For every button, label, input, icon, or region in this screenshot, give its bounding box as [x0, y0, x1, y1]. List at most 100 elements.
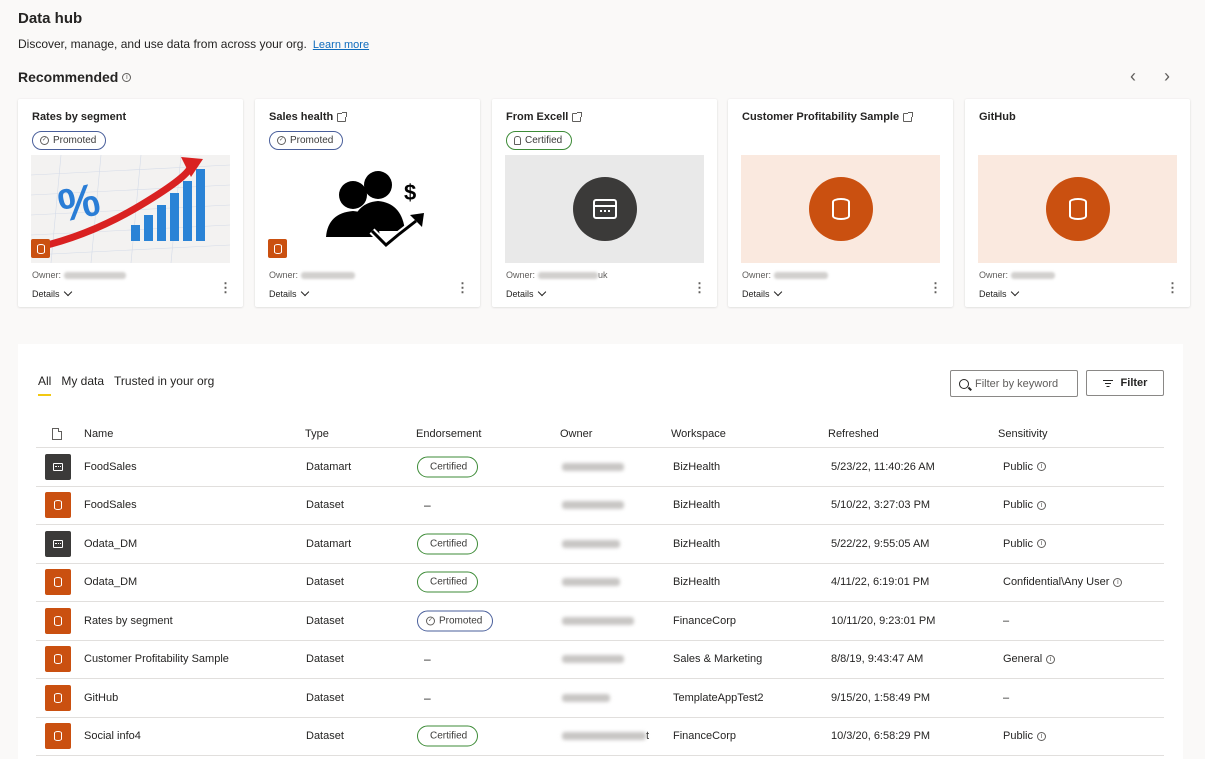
- recommended-card[interactable]: Customer Profitability Sample Owner: Det…: [728, 99, 953, 307]
- more-options-icon[interactable]: ⋮: [1166, 281, 1179, 294]
- filter-button[interactable]: Filter: [1086, 370, 1164, 396]
- chevron-left-icon[interactable]: ‹: [1124, 66, 1142, 87]
- row-workspace[interactable]: FinanceCorp: [673, 730, 736, 742]
- more-options-icon[interactable]: ⋮: [693, 281, 706, 294]
- certified-badge: Certified: [506, 131, 573, 150]
- endorsement-label: Certified: [430, 538, 468, 550]
- recommended-card[interactable]: GitHub Owner: Details ⋮: [965, 99, 1190, 307]
- search-input[interactable]: [975, 377, 1071, 390]
- learn-more-link[interactable]: Learn more: [313, 39, 369, 51]
- table-row[interactable]: Customer Profitability Sample Dataset – …: [36, 641, 1164, 679]
- row-sensitivity: General i: [1003, 653, 1056, 665]
- table-row[interactable]: Rates by segment Dataset ✓ Promoted Finan…: [36, 602, 1164, 641]
- row-workspace[interactable]: BizHealth: [673, 576, 720, 588]
- details-toggle[interactable]: Details: [742, 287, 782, 299]
- row-workspace[interactable]: Sales & Marketing: [673, 653, 762, 665]
- row-name[interactable]: Odata_DM: [84, 538, 137, 550]
- search-box[interactable]: [950, 370, 1078, 397]
- more-options-icon[interactable]: ⋮: [456, 281, 469, 294]
- info-icon[interactable]: i: [1046, 654, 1056, 664]
- row-name[interactable]: FoodSales: [84, 499, 137, 511]
- external-link-icon: [572, 111, 583, 122]
- row-type: Dataset: [306, 730, 344, 743]
- row-name[interactable]: Rates by segment: [84, 615, 173, 627]
- header-refreshed[interactable]: Refreshed: [828, 428, 879, 440]
- tab-all[interactable]: All: [38, 374, 52, 396]
- owner-blurred: [562, 578, 620, 587]
- row-type: Datamart: [306, 537, 352, 550]
- table-row[interactable]: Social info4 Dataset Certified t Finance…: [36, 718, 1164, 756]
- details-toggle[interactable]: Details: [979, 287, 1019, 299]
- card-title: Customer Profitability Sample: [742, 111, 914, 123]
- header-sensitivity[interactable]: Sensitivity: [998, 428, 1048, 440]
- chevron-down-icon: [1010, 287, 1019, 297]
- chevron-right-icon[interactable]: ›: [1158, 66, 1176, 87]
- dataset-icon: [31, 239, 50, 258]
- more-options-icon[interactable]: ⋮: [929, 281, 942, 294]
- recommended-card[interactable]: Rates by segment ✓ Promoted % Owner: Deta…: [18, 99, 243, 307]
- card-title-text: Rates by segment: [32, 111, 127, 123]
- info-icon[interactable]: i: [1036, 462, 1046, 472]
- owner-blurred: [562, 732, 646, 741]
- table-row[interactable]: Odata_DM Dataset Certified BizHealth 4/1…: [36, 564, 1164, 602]
- header-endorsement[interactable]: Endorsement: [416, 428, 481, 440]
- promoted-icon: ✓: [277, 136, 286, 145]
- row-workspace[interactable]: FinanceCorp: [673, 615, 736, 627]
- dataset-icon: [45, 492, 71, 519]
- chart-growth-image: %: [31, 155, 230, 263]
- header-name[interactable]: Name: [84, 428, 113, 440]
- table-row[interactable]: FoodSales Datamart Certified BizHealth 5…: [36, 448, 1164, 487]
- details-toggle[interactable]: Details: [32, 287, 72, 299]
- header-workspace[interactable]: Workspace: [671, 428, 726, 440]
- recommended-card[interactable]: Sales health ✓ Promoted $ Owner: Details …: [255, 99, 480, 307]
- owner-label: Owner:: [269, 270, 299, 280]
- chevron-down-icon: [773, 287, 782, 297]
- row-sensitivity: Confidential\Any User i: [1003, 576, 1123, 588]
- endorsement-label: Certified: [430, 461, 468, 473]
- row-name[interactable]: Social info4: [84, 730, 141, 742]
- certified-badge: Certified: [417, 571, 479, 593]
- row-sensitivity: Public i: [1003, 461, 1046, 473]
- row-workspace[interactable]: TemplateAppTest2: [673, 692, 764, 704]
- promoted-badge: ✓ Promoted: [32, 131, 107, 150]
- row-name[interactable]: GitHub: [84, 692, 118, 704]
- table-row[interactable]: GitHub Dataset – TemplateAppTest2 9/15/2…: [36, 679, 1164, 718]
- filter-icon: [1102, 379, 1113, 387]
- row-name[interactable]: Odata_DM: [84, 576, 137, 588]
- details-toggle[interactable]: Details: [506, 287, 546, 299]
- header-type[interactable]: Type: [305, 428, 329, 440]
- card-title-text: Sales health: [269, 111, 334, 123]
- more-options-icon[interactable]: ⋮: [219, 281, 232, 294]
- info-icon[interactable]: i: [1036, 500, 1046, 510]
- row-type: Datamart: [306, 460, 352, 473]
- promoted-badge: ✓ Promoted: [269, 131, 344, 150]
- promoted-icon: ✓: [40, 136, 49, 145]
- info-icon[interactable]: i: [1113, 577, 1123, 587]
- carousel-nav: ‹ ›: [1124, 66, 1176, 87]
- table-row[interactable]: Odata_DM Datamart Certified BizHealth 5/…: [36, 525, 1164, 564]
- sensitivity-label: Public: [1003, 460, 1033, 473]
- certified-badge: Certified: [417, 725, 479, 747]
- row-type: Dataset: [306, 653, 344, 666]
- info-icon[interactable]: i: [122, 72, 132, 82]
- recommended-card[interactable]: From Excell Certified Owner: uk Details ⋮: [492, 99, 717, 307]
- details-toggle[interactable]: Details: [269, 287, 309, 299]
- owner-blurred: [562, 693, 610, 702]
- tab-trusted[interactable]: Trusted in your org: [114, 374, 214, 394]
- row-name[interactable]: Customer Profitability Sample: [84, 653, 229, 665]
- info-icon[interactable]: i: [1036, 539, 1046, 549]
- header-owner[interactable]: Owner: [560, 428, 592, 440]
- table-row[interactable]: FoodSales Dataset – BizHealth 5/10/22, 3…: [36, 487, 1164, 525]
- info-icon[interactable]: i: [1036, 731, 1046, 741]
- tab-my-data[interactable]: My data: [61, 374, 104, 394]
- row-refreshed: 8/8/19, 9:43:47 AM: [831, 653, 924, 666]
- data-table: Name Type Endorsement Owner Workspace Re…: [36, 420, 1164, 756]
- row-endorsement: –: [424, 652, 431, 667]
- recommended-heading: Recommended i: [18, 69, 132, 85]
- row-workspace[interactable]: BizHealth: [673, 538, 720, 550]
- row-name[interactable]: FoodSales: [84, 461, 137, 473]
- sensitivity-label: –: [1003, 691, 1010, 704]
- row-workspace[interactable]: BizHealth: [673, 461, 720, 473]
- owner-suffix: t: [646, 730, 650, 743]
- row-workspace[interactable]: BizHealth: [673, 499, 720, 511]
